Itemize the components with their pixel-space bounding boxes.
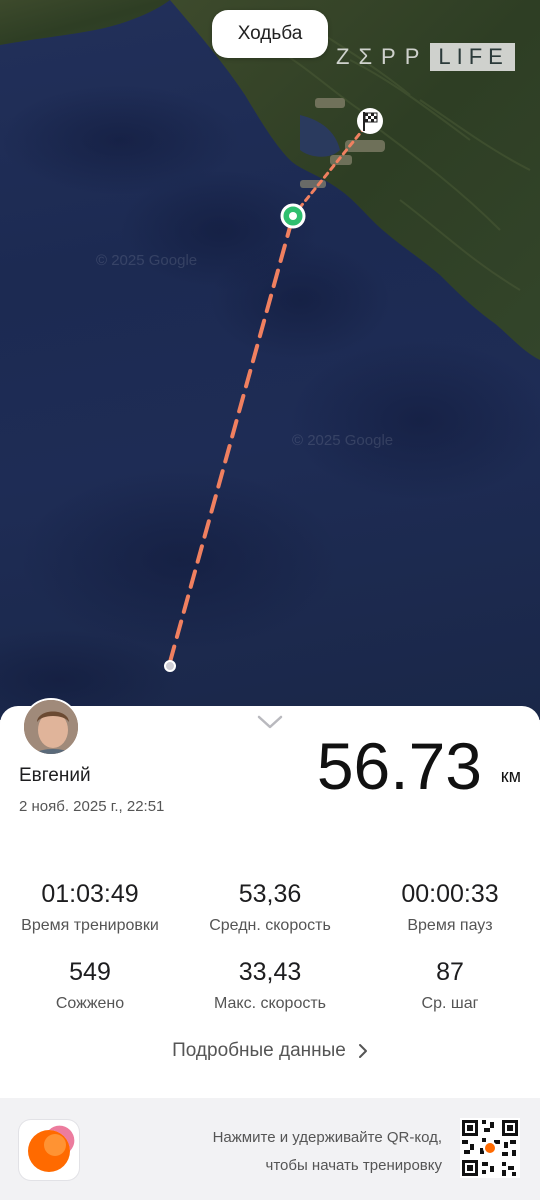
stat-value: 33,43	[238, 958, 302, 986]
stat-avg-stride: 87 Ср. шаг	[360, 958, 540, 1013]
route-track	[164, 108, 383, 672]
user-name: Евгений	[19, 765, 91, 786]
stat-label: Сожжено	[55, 995, 125, 1012]
stat-value: 549	[69, 958, 111, 986]
workout-summary-card: Евгений 2 нояб. 2025 г., 22:51 56.73 км …	[0, 698, 540, 1098]
qr-code[interactable]	[460, 1118, 520, 1178]
stat-pause-time: 00:00:33 Время пауз	[360, 880, 540, 935]
route-end-dot	[164, 660, 176, 672]
workout-date: 2 нояб. 2025 г., 22:51	[19, 798, 165, 815]
qr-hint: Нажмите и удерживайте QR-код, чтобы нача…	[142, 1124, 442, 1180]
share-footer: Нажмите и удерживайте QR-код, чтобы нача…	[0, 1098, 540, 1200]
route-line-end	[291, 119, 372, 218]
activity-type-pill[interactable]: Ходьба	[212, 10, 328, 58]
stat-label: Время тренировки	[21, 917, 159, 934]
details-button[interactable]: Подробные данные	[0, 1040, 540, 1062]
stat-calories: 549 Сожжено	[0, 958, 180, 1013]
brand-logo: ZΣPP LIFE	[336, 42, 515, 72]
zepp-life-app-icon	[19, 1120, 79, 1180]
stat-label: Средн. скорость	[209, 917, 331, 934]
stat-value: 00:00:33	[401, 880, 499, 908]
stat-value: 87	[436, 958, 464, 986]
distance-unit: км	[500, 766, 521, 786]
route-map[interactable]: © 2025 Google © 2025 Google Ходьба ZΣPP …	[0, 0, 540, 720]
qr-hint-line: чтобы начать тренировку	[265, 1157, 442, 1174]
chevron-right-icon	[358, 1044, 367, 1058]
avatar[interactable]	[22, 698, 80, 756]
stat-label: Макс. скорость	[213, 995, 326, 1012]
brand-life: LIFE	[430, 43, 515, 71]
stat-avg-speed: 53,36 Средн. скорость	[180, 880, 360, 935]
activity-type-label: Ходьба	[237, 23, 303, 44]
details-label: Подробные данные	[172, 1040, 346, 1061]
finish-flag-icon	[357, 108, 383, 134]
qr-code-icon	[460, 1118, 520, 1178]
stat-value: 01:03:49	[41, 880, 139, 908]
stat-label: Время пауз	[407, 917, 493, 934]
stat-value: 53,36	[238, 880, 302, 908]
qr-hint-line: Нажмите и удерживайте QR-код,	[212, 1129, 442, 1146]
brand-zepp: ZΣPP	[336, 44, 429, 69]
stat-max-speed: 33,43 Макс. скорость	[180, 958, 360, 1013]
chevron-down-icon[interactable]	[257, 714, 283, 730]
distance-value: 56.73	[316, 729, 482, 803]
stat-label: Ср. шаг	[421, 995, 479, 1012]
route-line	[168, 214, 295, 664]
stat-workout-time: 01:03:49 Время тренировки	[0, 880, 180, 935]
